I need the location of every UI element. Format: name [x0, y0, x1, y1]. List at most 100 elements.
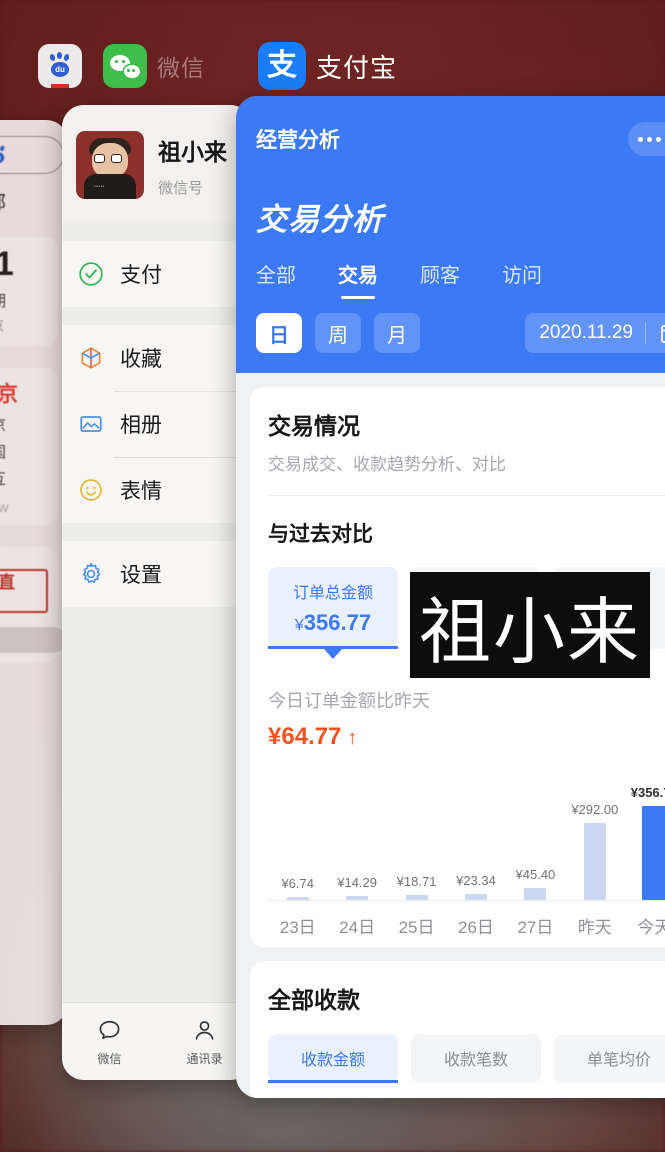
wechat-menu-label-emoji: 表情 [120, 480, 162, 503]
baidu-audio-player[interactable] [0, 627, 66, 653]
chart-bar[interactable] [642, 806, 665, 900]
section-description-transaction: 交易成交、收款趋势分析、对比 [268, 455, 506, 474]
alipay-zhi-icon[interactable]: 支 [258, 42, 306, 90]
baidu-video-logo: 时直 [0, 569, 48, 613]
wechat-section-gap-3 [62, 523, 252, 541]
app-label-wechat: 微信 [157, 55, 205, 81]
baidu-tab-list[interactable]: 全部 [0, 188, 58, 215]
chart-bar-column: ¥6.74 [268, 777, 327, 900]
app-card-wechat[interactable]: ••••• 祖小来 微信号 支付 收藏 相册 表情 设置 微信 通讯录 [62, 105, 252, 1080]
app-entry-alipay[interactable]: 支 支付宝 [258, 42, 397, 90]
chat-bubble-icon [99, 1020, 120, 1039]
receipts-metric-row: 收款金额 收款笔数 单笔均价 [268, 1034, 665, 1083]
wechat-bubbles-icon[interactable] [103, 44, 147, 88]
wechat-menu-item-album[interactable]: 相册 [62, 391, 252, 457]
baidu-news-line-3: 动互 [0, 468, 50, 489]
wechat-menu-label-album: 相册 [120, 414, 162, 437]
panel-divider [268, 495, 665, 496]
chart-bar[interactable] [524, 888, 547, 900]
delta-arrow-up-icon: ↑ [347, 727, 358, 749]
avatar[interactable]: ••••• [76, 131, 144, 199]
date-picker[interactable]: 2020.11.29 [525, 313, 665, 353]
chart-bar-value-label: ¥292.00 [571, 802, 619, 817]
delta-amount: ¥64.77 [268, 723, 342, 750]
chart-bar[interactable] [583, 823, 606, 900]
analysis-heading: 交易分析 [256, 202, 384, 237]
metric-currency-order-total: ¥ [294, 617, 304, 634]
app-switcher-icon-row: du 微信 支 支付宝 [0, 36, 665, 100]
period-day-button[interactable]: 日 [256, 313, 302, 353]
chart-bar[interactable] [286, 897, 309, 900]
baidu-date-number: 21 [0, 245, 14, 283]
chart-bar-column: ¥356.77 [625, 777, 665, 900]
tab-transactions[interactable]: 交易 [338, 259, 378, 299]
more-dots-icon[interactable] [638, 136, 661, 142]
baidu-news-headline: 北京 [0, 383, 18, 406]
baidu-news-line-2: 和国 [0, 441, 50, 462]
baidu-weekday: 星期 [0, 290, 50, 311]
baidu-search-bar[interactable]: du [0, 136, 64, 174]
alipay-content-body: 交易情况 交易成交、收款趋势分析、对比 与过去对比 订单总金额 ¥356.77 … [236, 373, 665, 1098]
period-segmented-control: 日 周 月 [256, 313, 420, 353]
wechat-menu-item-favorites[interactable]: 收藏 [62, 325, 252, 391]
wechat-menu-item-pay[interactable]: 支付 [62, 241, 252, 307]
wechat-menu-label-settings: 设置 [120, 564, 162, 587]
metric-value-order-total: ¥356.77 [272, 610, 394, 636]
alipay-blue-toolbar: 交易分析 全部 交易 顾客 访问 日 周 月 2020.11.29 [236, 182, 665, 373]
wechat-id-label: 微信号 [158, 179, 204, 197]
receipts-tab-label-count: 收款笔数 [443, 1052, 508, 1069]
period-month-button[interactable]: 月 [374, 313, 420, 353]
chart-bar[interactable] [346, 896, 369, 900]
period-week-button[interactable]: 周 [315, 313, 361, 353]
tab-visits[interactable]: 访问 [502, 259, 542, 299]
metric-label-order-total: 订单总金额 [292, 585, 373, 602]
chart-x-tick-label: 23日 [279, 918, 316, 937]
tab-all[interactable]: 全部 [256, 259, 296, 299]
chart-x-tick-label: 今天 [637, 918, 665, 937]
period-and-date-controls: 日 周 月 2020.11.29 [256, 313, 665, 353]
chart-x-tick-label: 25日 [398, 918, 435, 937]
wechat-menu-label-favorites: 收藏 [120, 348, 162, 371]
receipts-tab-count[interactable]: 收款笔数 [411, 1034, 541, 1083]
metric-selected-caret [324, 649, 342, 659]
baidu-video-block[interactable]: 时直 [0, 547, 66, 663]
compare-heading: 与过去对比 [268, 523, 373, 546]
chart-bar[interactable] [405, 895, 428, 900]
delta-value: ¥64.77 ↑ [268, 723, 665, 751]
wechat-menu-item-emoji[interactable]: 表情 [62, 457, 252, 523]
metric-card-order-total[interactable]: 订单总金额 ¥356.77 [268, 567, 398, 659]
chart-bar[interactable] [464, 894, 487, 900]
app-entry-wechat[interactable]: 微信 [103, 44, 205, 88]
tab-customers[interactable]: 顾客 [420, 259, 460, 299]
receipts-tab-amount[interactable]: 收款金额 [268, 1034, 398, 1083]
app-entry-baidu[interactable]: du [38, 44, 92, 88]
chart-bar-value-label: ¥45.40 [515, 867, 556, 882]
section-title-transaction: 交易情况 [268, 413, 360, 439]
baidu-icon-text: du [51, 62, 69, 77]
chart-bar-value-label: ¥23.34 [456, 873, 496, 888]
wechat-tab-chats[interactable]: 微信 [62, 1003, 157, 1080]
wechat-menu-item-settings[interactable]: 设置 [62, 541, 252, 607]
app-card-baidu[interactable]: du 全部 21 星期 北京 北京 北京 和国 动互 www 时直 [0, 120, 68, 1025]
wechat-section-gap-1 [62, 223, 252, 241]
watermark-overlay: 祖小来 [410, 572, 650, 678]
baidu-news-block[interactable]: 北京 北京 和国 动互 www [0, 368, 58, 525]
wechat-menu-group-pay: 支付 [62, 241, 252, 307]
chart-bar-column: ¥23.34 [446, 777, 505, 900]
baidu-tab-all[interactable]: 全部 [0, 188, 6, 215]
calendar-icon[interactable] [658, 321, 665, 345]
wechat-section-gap-2 [62, 307, 252, 325]
wechat-menu-label-pay: 支付 [120, 264, 162, 287]
chart-bar-column: ¥14.29 [327, 777, 386, 900]
emoji-smiley-icon [78, 477, 104, 503]
alipay-mini-app-header: 经营分析 [236, 96, 665, 182]
all-receipts-panel: 全部收款 收款金额 收款笔数 单笔均价 [250, 961, 665, 1098]
wechat-profile-header[interactable]: ••••• 祖小来 微信号 [62, 105, 252, 223]
baidu-location: 北京 [0, 316, 50, 336]
baidu-paw-icon[interactable]: du [38, 44, 82, 88]
app-label-alipay: 支付宝 [316, 52, 398, 83]
chart-bar-value-label: ¥14.29 [337, 875, 378, 890]
wechat-profile-name: 祖小来 [158, 138, 227, 165]
receipts-tab-avg[interactable]: 单笔均价 [554, 1034, 665, 1083]
page-title: 经营分析 [256, 129, 340, 152]
